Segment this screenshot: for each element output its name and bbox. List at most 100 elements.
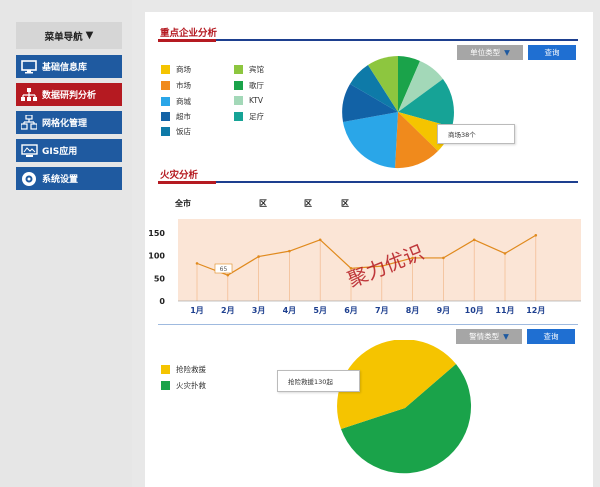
x-tick-label: 2月 — [221, 306, 235, 315]
data-point[interactable] — [472, 238, 476, 242]
menu-nav-label: 菜单导航 — [44, 31, 83, 43]
data-point[interactable] — [503, 252, 507, 255]
data-point[interactable] — [534, 233, 538, 237]
main-panel: 重点企业分析 单位类型 ▼ 查询 商场 市场 商城 超市 饭店 宾馆 歌厅 KT… — [145, 12, 593, 487]
legend-swatch — [234, 96, 243, 105]
dropdown-arrow-icon: ▼ — [503, 332, 509, 341]
filter-district-1[interactable]: 区 — [259, 198, 267, 209]
legend-swatch — [161, 97, 170, 106]
x-tick-label: 9月 — [437, 306, 451, 315]
data-point[interactable] — [257, 255, 260, 258]
unit-type-dropdown[interactable]: 单位类型 ▼ — [457, 45, 523, 60]
enterprise-tooltip: 商场38个 — [437, 124, 515, 144]
legend-swatch — [161, 127, 170, 136]
legend-item: 商场 — [161, 64, 191, 75]
x-tick-label: 3月 — [252, 306, 266, 315]
enterprise-pie-chart — [342, 56, 454, 169]
sidebar-item-label: 系统设置 — [42, 175, 79, 185]
point-label-tag: 65 — [214, 263, 233, 274]
map-screen-icon — [16, 139, 42, 162]
data-point[interactable] — [226, 273, 230, 277]
monitor-icon — [16, 55, 42, 78]
menu-nav-header[interactable]: 菜单导航 ▼ — [16, 22, 122, 49]
legend-label: 宾馆 — [249, 65, 264, 74]
legend-swatch — [234, 112, 243, 121]
sidebar-item-grid-management[interactable]: 网格化管理 — [16, 111, 122, 134]
legend-label: 商城 — [176, 97, 191, 106]
alarm-pie-chart — [337, 340, 472, 474]
legend-swatch — [161, 81, 170, 90]
legend-label: 抢险救援 — [176, 365, 206, 374]
fire-section-title: 火灾分析 — [160, 170, 199, 181]
filter-city[interactable]: 全市 — [175, 198, 191, 209]
sidebar-item-label: GIS应用 — [42, 147, 78, 157]
legend-swatch — [161, 112, 170, 121]
legend-item: 饭店 — [161, 126, 191, 137]
sidebar-item-basic-info[interactable]: 基础信息库 — [16, 55, 122, 78]
alarm-query-button[interactable]: 查询 — [527, 329, 575, 344]
legend-item: 歌厅 — [234, 80, 264, 91]
dropdown-arrow-icon: ▼ — [504, 48, 510, 57]
legend-swatch — [161, 381, 170, 390]
legend-item: 火灾扑救 — [161, 380, 206, 391]
settings-icon — [16, 167, 42, 190]
x-tick-label: 11月 — [495, 306, 514, 315]
caret-down-icon: ▼ — [85, 30, 94, 41]
x-tick-label: 5月 — [313, 306, 327, 315]
legend-item: 抢险救援 — [161, 364, 206, 375]
sidebar-item-label: 数据研判分析 — [42, 91, 97, 101]
y-tick-label: 0 — [159, 297, 165, 306]
legend-label: 饭店 — [176, 127, 191, 136]
fire-section-divider — [158, 181, 578, 184]
data-point[interactable] — [318, 238, 322, 242]
y-tick-label: 100 — [148, 252, 165, 261]
legend-label: 火灾扑救 — [176, 381, 206, 390]
sidebar-item-gis[interactable]: GIS应用 — [16, 139, 122, 162]
alarm-type-label: 警情类型 — [469, 332, 500, 341]
sidebar-item-system-settings[interactable]: 系统设置 — [16, 167, 122, 190]
legend-item: 宾馆 — [234, 64, 264, 75]
enterprise-section-title: 重点企业分析 — [160, 28, 218, 39]
enterprise-section-divider — [158, 39, 578, 42]
enterprise-query-button[interactable]: 查询 — [528, 45, 576, 60]
data-point[interactable] — [195, 262, 199, 265]
legend-swatch — [234, 81, 243, 90]
x-tick-label: 4月 — [283, 306, 297, 315]
grid-network-icon — [16, 111, 42, 134]
y-tick-label: 150 — [148, 229, 165, 238]
x-tick-label: 7月 — [375, 306, 389, 315]
legend-label: 商场 — [176, 65, 191, 74]
data-point[interactable] — [288, 249, 291, 253]
unit-type-label: 单位类型 — [470, 48, 501, 57]
legend-item: 足疗 — [234, 111, 264, 122]
alarm-tooltip: 抢险救援130起 — [277, 370, 360, 392]
y-tick-label: 50 — [154, 274, 166, 283]
legend-swatch — [161, 365, 170, 374]
x-tick-label: 12月 — [526, 306, 545, 315]
alarm-section-divider — [158, 324, 578, 325]
x-tick-label: 8月 — [406, 306, 420, 315]
legend-swatch — [161, 65, 170, 74]
x-tick-label: 10月 — [465, 306, 484, 315]
legend-label: 超市 — [176, 112, 191, 121]
sidebar-item-label: 网格化管理 — [42, 119, 88, 129]
legend-label: 足疗 — [249, 112, 264, 121]
filter-district-3[interactable]: 区 — [341, 198, 349, 209]
legend-item: 商城 — [161, 96, 191, 107]
legend-item: KTV — [234, 96, 263, 105]
legend-swatch — [234, 65, 243, 74]
org-chart-icon — [16, 83, 42, 106]
legend-item: 市场 — [161, 80, 191, 91]
sidebar-nav: 菜单导航 ▼ 基础信息库 数据研判分析 网格化管理 GIS应用 系统设置 — [0, 0, 132, 487]
sidebar-item-data-analysis[interactable]: 数据研判分析 — [16, 83, 122, 106]
legend-item: 超市 — [161, 111, 191, 122]
data-point[interactable] — [442, 256, 445, 260]
sidebar-item-label: 基础信息库 — [42, 63, 88, 73]
legend-label: KTV — [249, 96, 264, 105]
x-tick-label: 1月 — [190, 306, 204, 315]
filter-district-2[interactable]: 区 — [304, 198, 312, 209]
point-label-text: 65 — [220, 266, 228, 273]
legend-label: 市场 — [176, 81, 191, 90]
x-tick-label: 6月 — [344, 306, 358, 315]
legend-label: 歌厅 — [249, 81, 264, 90]
